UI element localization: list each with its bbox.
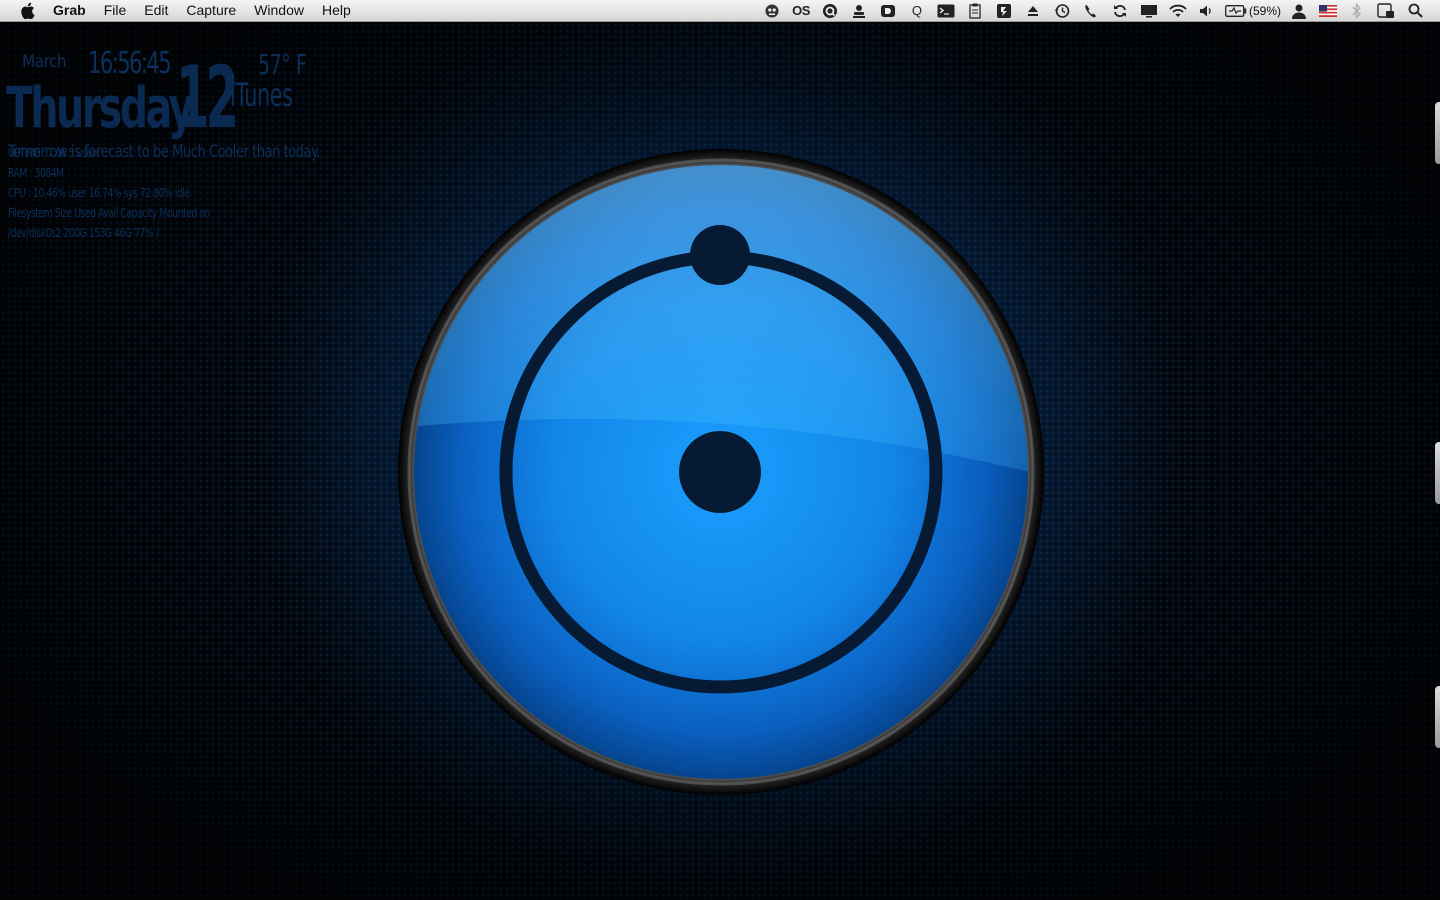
geektool-filesystem-row: /dev/disk0s2 200G 153G 46G 77% / bbox=[8, 226, 159, 240]
geektool-cpu: CPU : 10.46% user 16.74% sys 72.80% idle bbox=[8, 186, 190, 200]
geektool-date: 12 bbox=[176, 48, 239, 148]
geektool-month: March bbox=[22, 52, 67, 72]
robot-icon[interactable] bbox=[761, 0, 783, 21]
user-account-icon[interactable] bbox=[1288, 0, 1310, 21]
menu-file[interactable]: File bbox=[95, 0, 136, 21]
battery-percentage: (59%) bbox=[1248, 3, 1281, 18]
spotlight-search-icon[interactable] bbox=[1404, 0, 1426, 21]
menu-window[interactable]: Window bbox=[245, 0, 313, 21]
d-app-icon[interactable] bbox=[877, 0, 899, 21]
display-icon[interactable] bbox=[1138, 0, 1160, 21]
battery-icon[interactable] bbox=[1225, 0, 1247, 21]
user-stamp-icon[interactable] bbox=[848, 0, 870, 21]
wifi-icon[interactable] bbox=[1167, 0, 1189, 21]
time-machine-icon[interactable] bbox=[1051, 0, 1073, 21]
edge-tab-bottom[interactable] bbox=[1435, 686, 1440, 748]
menu-edit[interactable]: Edit bbox=[135, 0, 177, 21]
status-menus: OS Q (59%) bbox=[754, 0, 1426, 21]
desktop-wallpaper: March 16:56:45 Thursday 12 57° F iTunes … bbox=[0, 22, 1440, 900]
terminal-icon[interactable] bbox=[935, 0, 957, 21]
sync-icon[interactable] bbox=[1109, 0, 1131, 21]
menu-bar: Grab File Edit Capture Window Help OS Q bbox=[0, 0, 1440, 22]
screen: Grab File Edit Capture Window Help OS Q bbox=[0, 0, 1440, 900]
volume-icon[interactable] bbox=[1196, 0, 1218, 21]
eject-icon[interactable] bbox=[1022, 0, 1044, 21]
geektool-ram: RAM : 3084M bbox=[8, 166, 64, 180]
scripts-icon[interactable] bbox=[993, 0, 1015, 21]
edge-tab-top[interactable] bbox=[1435, 102, 1440, 164]
os-status-label[interactable]: OS bbox=[790, 0, 812, 21]
us-flag-icon[interactable] bbox=[1317, 0, 1339, 21]
geektool-weekday: Thursday bbox=[6, 76, 194, 141]
menu-help[interactable]: Help bbox=[313, 0, 360, 21]
phone-icon[interactable] bbox=[1080, 0, 1102, 21]
q-status-label[interactable]: Q bbox=[906, 0, 928, 21]
fast-user-switch-icon[interactable] bbox=[1375, 0, 1397, 21]
bluetooth-icon[interactable] bbox=[1346, 0, 1368, 21]
geektool-itunes: iTunes bbox=[230, 76, 293, 114]
geektool-filesystem-header: Filesystem Size Used Avail Capacity Moun… bbox=[8, 206, 210, 220]
geektool-uptime: UPTIME : 7:06 5 users bbox=[8, 146, 100, 160]
clipboard-icon[interactable] bbox=[964, 0, 986, 21]
apple-menu-icon[interactable] bbox=[20, 2, 35, 19]
edge-tab-middle[interactable] bbox=[1435, 442, 1440, 504]
quicksilver-icon[interactable] bbox=[819, 0, 841, 21]
app-menu-grab[interactable]: Grab bbox=[53, 0, 95, 21]
menu-capture[interactable]: Capture bbox=[177, 0, 245, 21]
watchmen-orb-wallpaper bbox=[396, 146, 1046, 796]
